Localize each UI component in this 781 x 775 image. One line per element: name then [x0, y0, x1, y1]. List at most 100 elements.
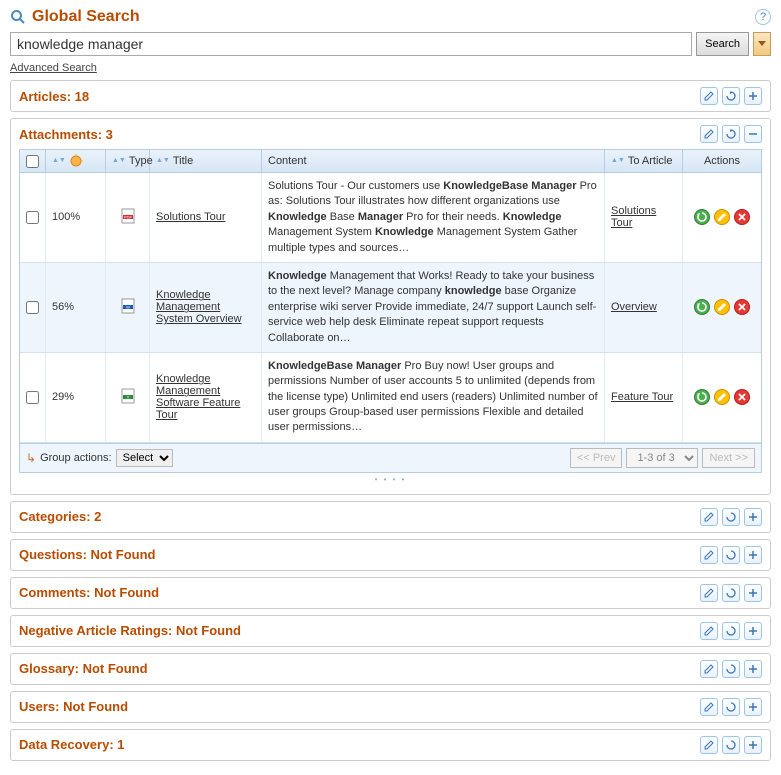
refresh-section-button[interactable]: [722, 87, 740, 105]
resize-handle[interactable]: • • • •: [19, 473, 762, 486]
col-to-article[interactable]: ▲▼To Article: [605, 150, 683, 172]
filetype-cell: PDF: [106, 173, 150, 262]
edit-section-button[interactable]: [700, 736, 718, 754]
col-content[interactable]: Content: [262, 150, 605, 172]
section-articles: Articles: 18: [10, 80, 771, 112]
refresh-section-button[interactable]: [722, 660, 740, 678]
page-header: Global Search ?: [10, 8, 771, 26]
edit-section-button[interactable]: [700, 508, 718, 526]
expand-section-button[interactable]: [744, 698, 762, 716]
edit-row-button[interactable]: [714, 389, 730, 405]
refresh-row-button[interactable]: [694, 209, 710, 225]
edit-section-button[interactable]: [700, 584, 718, 602]
expand-section-button[interactable]: [744, 508, 762, 526]
section-negative-ratings: Negative Article Ratings: Not Found: [10, 615, 771, 647]
filetype-cell: X: [106, 353, 150, 442]
refresh-section-button[interactable]: [722, 698, 740, 716]
refresh-section-button[interactable]: [722, 736, 740, 754]
table-row: 29% X Knowledge Management Software Featur…: [20, 353, 761, 443]
group-action-arrow-icon: ↳: [26, 451, 36, 465]
refresh-section-button[interactable]: [722, 508, 740, 526]
svg-text:X: X: [126, 394, 129, 399]
delete-row-button[interactable]: [734, 209, 750, 225]
edit-section-button[interactable]: [700, 546, 718, 564]
section-title: Attachments: 3: [19, 127, 113, 142]
expand-section-button[interactable]: [744, 584, 762, 602]
relevance-cell: 29%: [46, 353, 106, 442]
refresh-section-button[interactable]: [722, 125, 740, 143]
doc-icon: W: [120, 298, 136, 317]
expand-section-button[interactable]: [744, 622, 762, 640]
edit-section-button[interactable]: [700, 698, 718, 716]
expand-section-button[interactable]: [744, 87, 762, 105]
section-title: Categories: 2: [19, 509, 101, 524]
next-page-button[interactable]: Next >>: [702, 448, 755, 468]
edit-section-button[interactable]: [700, 125, 718, 143]
search-icon: [10, 9, 26, 25]
edit-row-button[interactable]: [714, 209, 730, 225]
section-attachments: Attachments: 3 ▲▼ ▲▼Type ▲▼Title Content…: [10, 118, 771, 495]
col-relevance[interactable]: ▲▼: [46, 150, 106, 172]
refresh-section-button[interactable]: [722, 622, 740, 640]
to-article-link[interactable]: Overview: [611, 301, 657, 313]
section-glossary: Glossary: Not Found: [10, 653, 771, 685]
search-button[interactable]: Search: [696, 32, 749, 56]
collapse-section-button[interactable]: [744, 125, 762, 143]
help-button[interactable]: ?: [755, 9, 771, 25]
section-data-recovery: Data Recovery: 1: [10, 729, 771, 761]
table-row: 56% W Knowledge Management System Overview…: [20, 263, 761, 353]
section-categories: Categories: 2: [10, 501, 771, 533]
section-title: Comments: Not Found: [19, 585, 159, 600]
xls-icon: X: [120, 388, 136, 407]
edit-section-button[interactable]: [700, 87, 718, 105]
grid-header: ▲▼ ▲▼Type ▲▼Title Content ▲▼To Article A…: [20, 150, 761, 173]
expand-section-button[interactable]: [744, 546, 762, 564]
title-link[interactable]: Knowledge Management Software Feature To…: [156, 373, 255, 421]
delete-row-button[interactable]: [734, 389, 750, 405]
refresh-row-button[interactable]: [694, 389, 710, 405]
prev-page-button[interactable]: << Prev: [570, 448, 623, 468]
edit-section-button[interactable]: [700, 660, 718, 678]
search-options-dropdown[interactable]: [753, 32, 771, 56]
group-actions-label: Group actions:: [40, 452, 112, 464]
to-article-link[interactable]: Solutions Tour: [611, 205, 676, 229]
page-range-select[interactable]: 1-3 of 3: [626, 448, 698, 468]
section-questions: Questions: Not Found: [10, 539, 771, 571]
filetype-cell: W: [106, 263, 150, 352]
col-title[interactable]: ▲▼Title: [150, 150, 262, 172]
title-link[interactable]: Solutions Tour: [156, 211, 226, 223]
group-actions-select[interactable]: Select: [116, 449, 173, 467]
select-all-checkbox[interactable]: [26, 155, 39, 168]
content-cell: Solutions Tour - Our customers use Knowl…: [262, 173, 605, 262]
relevance-cell: 56%: [46, 263, 106, 352]
attachments-grid: ▲▼ ▲▼Type ▲▼Title Content ▲▼To Article A…: [19, 149, 762, 473]
refresh-row-button[interactable]: [694, 299, 710, 315]
search-row: Search: [10, 32, 771, 56]
col-type[interactable]: ▲▼Type: [106, 150, 150, 172]
col-actions: Actions: [683, 150, 761, 172]
relevance-cell: 100%: [46, 173, 106, 262]
expand-section-button[interactable]: [744, 736, 762, 754]
table-row: 100%PDFSolutions TourSolutions Tour - Ou…: [20, 173, 761, 263]
refresh-section-button[interactable]: [722, 584, 740, 602]
advanced-search-link[interactable]: Advanced Search: [10, 62, 97, 74]
section-users: Users: Not Found: [10, 691, 771, 723]
refresh-section-button[interactable]: [722, 546, 740, 564]
title-link[interactable]: Knowledge Management System Overview: [156, 289, 255, 325]
pdf-icon: PDF: [120, 208, 136, 227]
svg-text:PDF: PDF: [124, 214, 133, 219]
edit-row-button[interactable]: [714, 299, 730, 315]
row-checkbox[interactable]: [26, 391, 39, 404]
section-title: Negative Article Ratings: Not Found: [19, 623, 241, 638]
row-checkbox[interactable]: [26, 211, 39, 224]
search-input[interactable]: [10, 32, 692, 56]
page-title: Global Search: [32, 8, 140, 26]
section-title: Articles: 18: [19, 89, 89, 104]
to-article-link[interactable]: Feature Tour: [611, 391, 673, 403]
section-title: Questions: Not Found: [19, 547, 155, 562]
section-title: Data Recovery: 1: [19, 737, 125, 752]
row-checkbox[interactable]: [26, 301, 39, 314]
edit-section-button[interactable]: [700, 622, 718, 640]
delete-row-button[interactable]: [734, 299, 750, 315]
expand-section-button[interactable]: [744, 660, 762, 678]
